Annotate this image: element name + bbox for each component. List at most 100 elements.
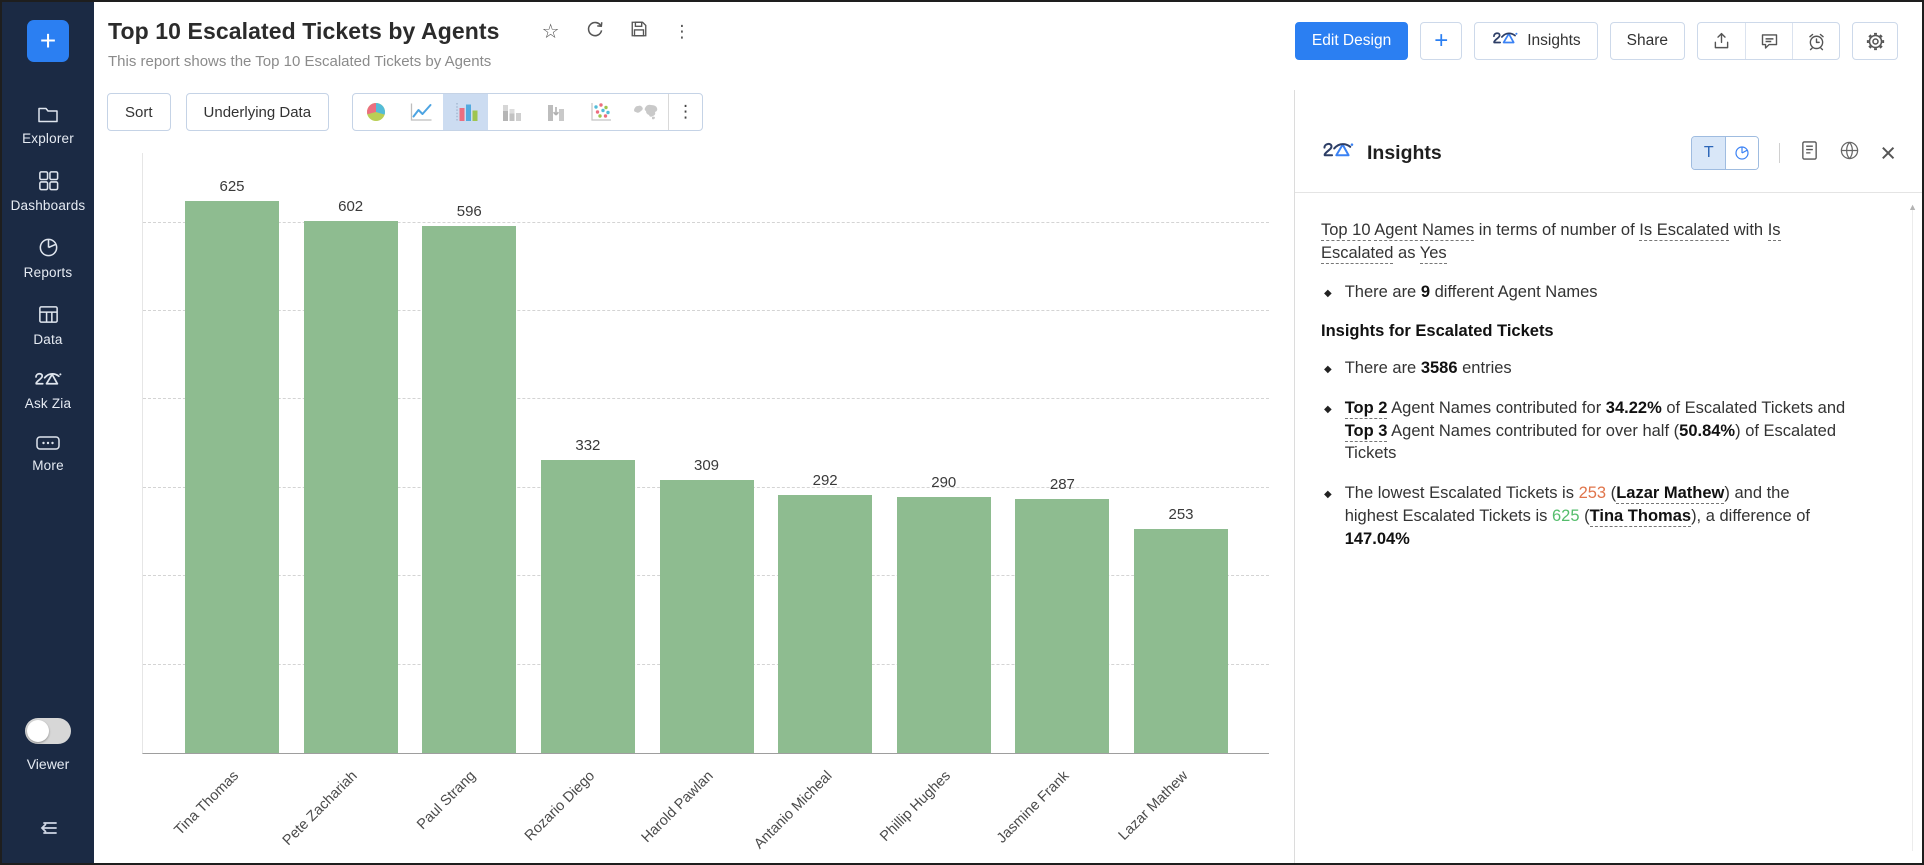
insights-button[interactable]: Insights <box>1474 22 1597 60</box>
text-view-toggle[interactable]: T <box>1692 137 1725 169</box>
insight-bullet: ◆ There are 3586 entries <box>1321 357 1892 380</box>
scroll-up-icon[interactable]: ▲ <box>1908 202 1917 212</box>
bar-chart-plot: 625602596332309292290287253 <box>142 153 1269 754</box>
insight-term[interactable]: Top 2 <box>1345 399 1388 419</box>
bar-value-label: 292 <box>768 472 882 489</box>
insight-term[interactable]: Lazar Mathew <box>1616 484 1724 504</box>
x-axis-label: Jasmine Frank <box>994 768 1073 847</box>
insight-term[interactable]: Tina Thomas <box>1590 507 1691 527</box>
close-insights-icon[interactable]: × <box>1880 140 1896 167</box>
bar-pete-zachariah[interactable] <box>304 221 398 753</box>
insight-text: in terms of number of <box>1474 221 1639 239</box>
chart-view-toggle[interactable] <box>1725 137 1758 169</box>
insight-text: Agent Names contributed for over half ( <box>1387 422 1679 440</box>
bar-descending-chart-type-icon[interactable] <box>533 94 578 130</box>
insight-term[interactable]: Yes <box>1420 244 1447 264</box>
sidebar-item-dashboards[interactable]: Dashboards <box>2 158 94 225</box>
sidebar-item-data[interactable]: Data <box>2 292 94 359</box>
stacked-bar-chart-type-icon[interactable] <box>488 94 533 130</box>
sidebar-item-label: Ask Zia <box>25 396 71 411</box>
x-axis-label: Rozario Diego <box>522 768 598 844</box>
sort-button[interactable]: Sort <box>107 93 171 131</box>
bullet-text: There are 3586 entries <box>1345 357 1512 380</box>
bar-value-label: 309 <box>650 457 764 474</box>
bar-jasmine-frank[interactable] <box>1015 499 1109 753</box>
insights-button-label: Insights <box>1527 32 1580 50</box>
insight-text: ( <box>1606 484 1616 502</box>
insights-header: Insights T <box>1295 90 1922 192</box>
insight-text: ), a difference of <box>1691 507 1810 525</box>
bar-value-label: 332 <box>531 437 645 454</box>
insight-text: The lowest Escalated Tickets is <box>1345 484 1579 502</box>
insight-heading: Insights for Escalated Tickets <box>1321 320 1841 343</box>
map-chart-type-icon[interactable] <box>623 94 668 130</box>
insight-text: 147.04% <box>1345 530 1410 548</box>
line-chart-type-icon[interactable] <box>398 94 443 130</box>
chart-type-switcher: ⋮ <box>352 93 703 131</box>
insight-term[interactable]: Is Escalated <box>1639 221 1729 241</box>
insight-text: with <box>1729 221 1768 239</box>
sidebar-item-reports[interactable]: Reports <box>2 225 94 292</box>
sidebar-item-more[interactable]: More <box>2 423 94 485</box>
insight-term[interactable]: Top 10 <box>1321 221 1371 241</box>
viewer-label: Viewer <box>27 756 70 772</box>
insights-body: Top 10 Agent Names in terms of number of… <box>1295 193 1922 550</box>
bullet-diamond-icon: ◆ <box>1324 488 1332 550</box>
insight-term[interactable]: Agent Names <box>1374 221 1474 241</box>
bar-value-label: 625 <box>175 178 289 195</box>
insight-text: 34.22% <box>1606 399 1662 417</box>
sidebar-bottom: Viewer <box>25 718 71 863</box>
insight-bullet: ◆The lowest Escalated Tickets is 253 (La… <box>1321 482 1892 550</box>
export-icon[interactable] <box>1698 23 1745 59</box>
dashboard-grid-icon <box>37 169 60 192</box>
pie-report-icon <box>37 236 60 259</box>
main-area: Top 10 Escalated Tickets by Agents ☆ <box>94 2 1922 863</box>
add-report-button[interactable]: + <box>1420 22 1462 60</box>
pie-chart-type-icon[interactable] <box>353 94 398 130</box>
collapse-sidebar-icon[interactable] <box>36 816 60 845</box>
comment-icon[interactable] <box>1745 23 1792 59</box>
bar-paul-strang[interactable] <box>422 226 516 753</box>
save-icon[interactable] <box>630 20 648 43</box>
insight-text: There are <box>1345 359 1421 377</box>
bar-harold-pawlan[interactable] <box>660 480 754 753</box>
underlying-data-button[interactable]: Underlying Data <box>186 93 330 131</box>
bar-phillip-hughes[interactable] <box>897 497 991 753</box>
favorite-star-icon[interactable]: ☆ <box>542 22 560 42</box>
bar-chart-type-icon[interactable] <box>443 94 488 130</box>
insights-scrollbar[interactable] <box>1912 208 1913 851</box>
insight-text: Agent Names contributed for <box>1387 399 1605 417</box>
bullet-diamond-icon: ◆ <box>1324 287 1332 304</box>
sidebar-item-explorer[interactable]: Explorer <box>2 92 94 158</box>
settings-gear-icon[interactable] <box>1852 22 1898 60</box>
refresh-icon[interactable] <box>586 20 604 43</box>
report-document-icon[interactable] <box>1800 140 1819 166</box>
bar-tina-thomas[interactable] <box>185 201 279 753</box>
insight-text: entries <box>1458 359 1512 377</box>
scatter-chart-type-icon[interactable] <box>578 94 623 130</box>
insights-panel-title: Insights <box>1367 142 1442 165</box>
alert-clock-icon[interactable] <box>1792 23 1839 59</box>
report-area: Sort Underlying Data <box>94 90 1294 863</box>
chart-type-more-icon[interactable]: ⋮ <box>668 94 702 130</box>
edit-design-button[interactable]: Edit Design <box>1295 22 1408 60</box>
insight-text: as <box>1393 244 1419 262</box>
sidebar-item-ask-zia[interactable]: Ask Zia <box>2 359 94 423</box>
title-more-options-icon[interactable]: ⋮ <box>674 23 691 40</box>
globe-language-icon[interactable] <box>1839 140 1860 166</box>
bar-value-label: 253 <box>1124 506 1238 523</box>
bar-rozario-diego[interactable] <box>541 460 635 753</box>
bar-antanio-micheal[interactable] <box>778 495 872 753</box>
bullet-text: Top 2 Agent Names contributed for 34.22%… <box>1345 397 1847 465</box>
viewer-mode-toggle[interactable] <box>25 718 71 744</box>
create-new-button[interactable]: + <box>27 20 69 62</box>
insight-term[interactable]: Top 3 <box>1345 422 1388 442</box>
header-icon-group <box>1697 22 1840 60</box>
bullet-diamond-icon: ◆ <box>1324 363 1332 380</box>
share-button[interactable]: Share <box>1610 22 1685 60</box>
toggle-knob <box>27 720 49 742</box>
report-toolbar: Sort Underlying Data <box>107 93 1294 131</box>
x-axis-label: Paul Strang <box>415 768 480 833</box>
insight-text: 625 <box>1552 507 1580 525</box>
bar-lazar-mathew[interactable] <box>1134 529 1228 753</box>
